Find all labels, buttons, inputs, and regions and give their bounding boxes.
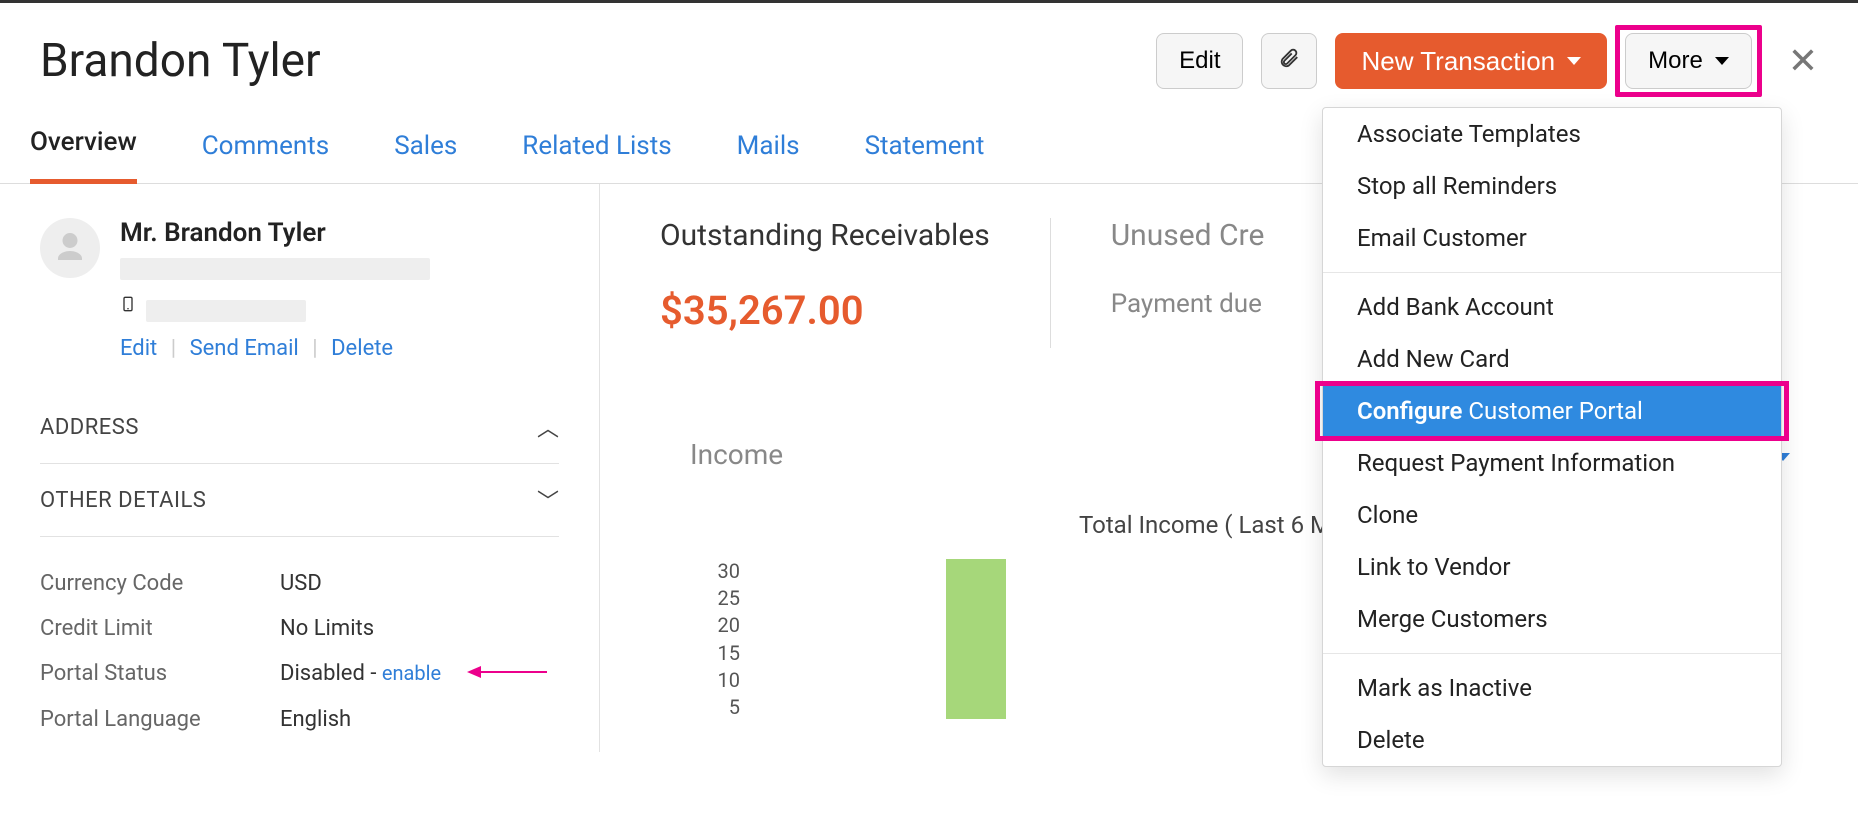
y-tick: 30 (660, 559, 740, 583)
menu-label-rest: Customer Portal (1462, 397, 1643, 425)
menu-request-payment-info[interactable]: Request Payment Information (1323, 437, 1781, 489)
detail-row-portal-status: Portal Status Disabled - enable (40, 651, 559, 697)
redacted-phone (146, 300, 306, 322)
menu-separator (1323, 653, 1781, 654)
detail-value: English (280, 707, 351, 732)
y-tick: 20 (660, 613, 740, 637)
menu-stop-reminders[interactable]: Stop all Reminders (1323, 160, 1781, 212)
unused-credits-title: Unused Cre (1111, 218, 1265, 253)
new-transaction-label: New Transaction (1361, 46, 1555, 77)
separator: | (312, 336, 317, 361)
close-button[interactable]: ✕ (1788, 43, 1818, 79)
redacted-email (120, 258, 430, 280)
tab-related-lists[interactable]: Related Lists (522, 113, 671, 183)
menu-configure-customer-portal[interactable]: Configure Customer Portal (1323, 385, 1781, 437)
close-icon: ✕ (1788, 40, 1818, 82)
detail-label: Credit Limit (40, 616, 280, 641)
new-transaction-button[interactable]: New Transaction (1335, 33, 1607, 89)
contact-edit-link[interactable]: Edit (120, 336, 157, 361)
contact-name: Mr. Brandon Tyler (120, 218, 559, 248)
portal-status-text: Disabled - (280, 661, 382, 686)
caret-down-icon (1715, 57, 1729, 65)
y-tick: 10 (660, 668, 740, 692)
caret-down-icon (1567, 57, 1581, 65)
detail-label: Portal Language (40, 707, 280, 732)
edit-button[interactable]: Edit (1156, 33, 1243, 89)
receivables-title: Outstanding Receivables (660, 218, 990, 253)
detail-label: Portal Status (40, 661, 280, 687)
detail-row-credit-limit: Credit Limit No Limits (40, 606, 559, 651)
menu-link-to-vendor[interactable]: Link to Vendor (1323, 541, 1781, 593)
detail-value: Disabled - enable (280, 661, 547, 687)
receivables-amount: $35,267.00 (660, 287, 990, 334)
y-tick: 25 (660, 586, 740, 610)
menu-separator (1323, 272, 1781, 273)
menu-add-new-card[interactable]: Add New Card (1323, 333, 1781, 385)
avatar (40, 218, 100, 278)
more-label: More (1648, 47, 1703, 75)
y-tick: 5 (660, 695, 740, 719)
portal-enable-link[interactable]: enable (382, 661, 441, 685)
detail-value: No Limits (280, 616, 374, 641)
separator: | (171, 336, 176, 361)
menu-associate-templates[interactable]: Associate Templates (1323, 108, 1781, 160)
tab-sales[interactable]: Sales (394, 113, 457, 183)
chevron-down-icon: ﹀ (537, 484, 559, 516)
annotation-arrow-icon (467, 662, 547, 687)
tab-statement[interactable]: Statement (865, 113, 985, 183)
contact-delete-link[interactable]: Delete (331, 336, 393, 361)
chart-bar (946, 559, 1006, 719)
person-icon (52, 230, 88, 266)
menu-mark-inactive[interactable]: Mark as Inactive (1323, 662, 1781, 714)
tab-comments[interactable]: Comments (202, 113, 329, 183)
detail-row-currency: Currency Code USD (40, 561, 559, 606)
menu-email-customer[interactable]: Email Customer (1323, 212, 1781, 264)
detail-label: Currency Code (40, 571, 280, 596)
phone-icon (120, 292, 136, 321)
detail-row-portal-language: Portal Language English (40, 697, 559, 742)
page-title: Brandon Tyler (40, 34, 1156, 88)
attach-button[interactable] (1261, 33, 1317, 89)
more-button[interactable]: More (1625, 33, 1752, 89)
menu-clone[interactable]: Clone (1323, 489, 1781, 541)
menu-delete[interactable]: Delete (1323, 714, 1781, 766)
section-other-details[interactable]: OTHER DETAILS ﹀ (40, 464, 559, 537)
menu-label-bold: Configure (1357, 397, 1462, 425)
detail-value: USD (280, 571, 322, 596)
y-tick: 15 (660, 641, 740, 665)
section-title: ADDRESS (40, 415, 139, 440)
menu-merge-customers[interactable]: Merge Customers (1323, 593, 1781, 645)
contact-send-email-link[interactable]: Send Email (190, 336, 299, 361)
more-menu: Associate Templates Stop all Reminders E… (1322, 107, 1782, 767)
paperclip-icon (1278, 44, 1300, 79)
divider (1050, 218, 1051, 348)
menu-add-bank-account[interactable]: Add Bank Account (1323, 281, 1781, 333)
section-address[interactable]: ADDRESS ︿ (40, 391, 559, 464)
tab-overview[interactable]: Overview (30, 109, 137, 184)
chevron-up-icon: ︿ (537, 411, 559, 443)
payment-due-label: Payment due (1111, 289, 1265, 319)
tab-mails[interactable]: Mails (737, 113, 800, 183)
section-title: OTHER DETAILS (40, 488, 206, 513)
